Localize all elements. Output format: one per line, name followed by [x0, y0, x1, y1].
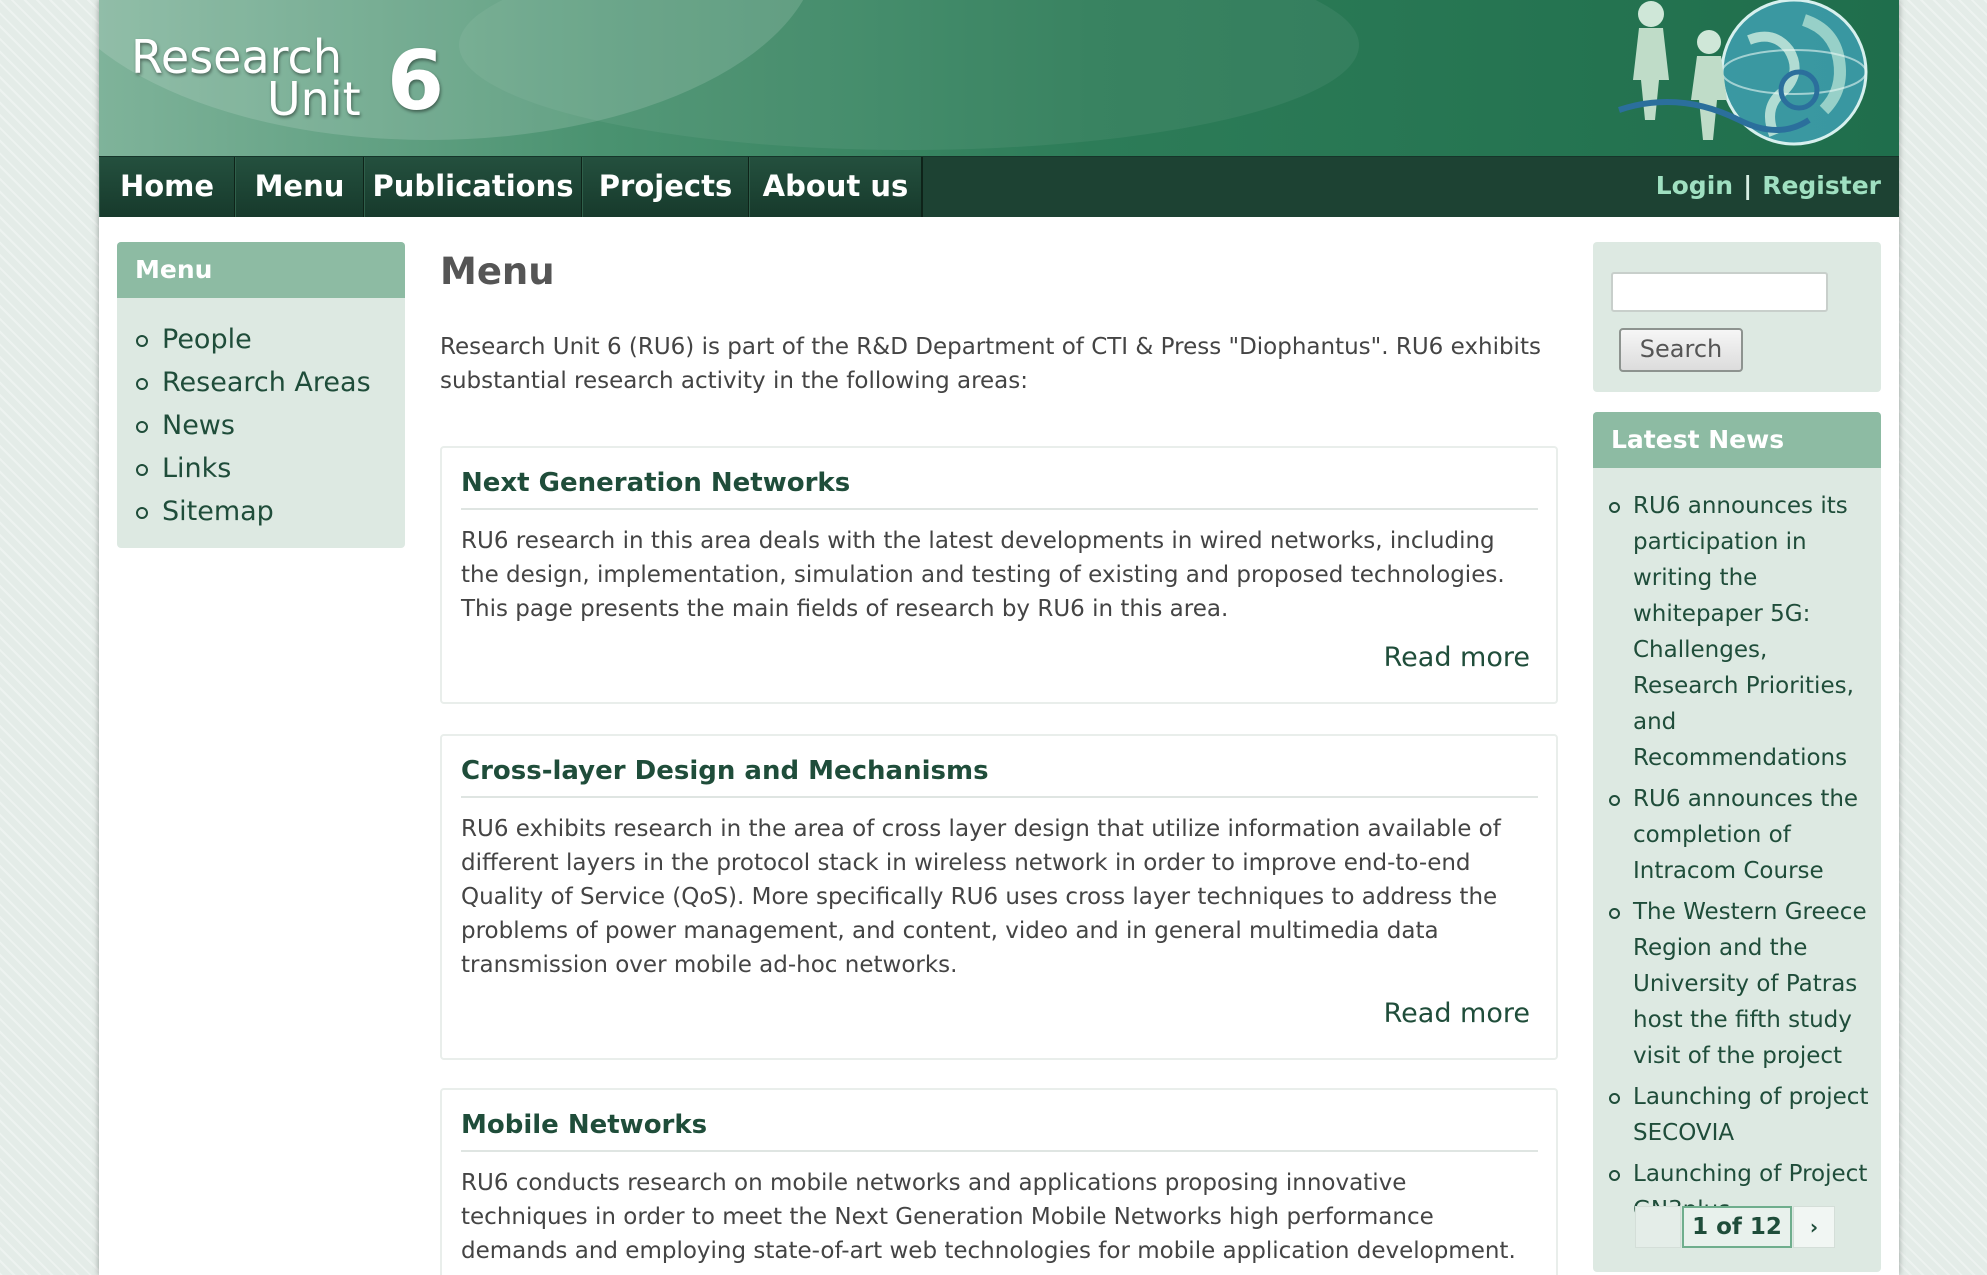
left-menu-link-research-areas[interactable]: Research Areas — [162, 367, 371, 398]
bullet-icon — [136, 335, 148, 347]
header-swoosh-secondary — [459, 0, 1359, 150]
card-title[interactable]: Mobile Networks — [461, 1110, 1538, 1152]
bullet-icon — [136, 421, 148, 433]
left-menu-item[interactable]: Links — [117, 447, 405, 490]
news-link[interactable]: The Western Greece Region and the Univer… — [1633, 899, 1867, 1069]
globe-figures-illustration — [1618, 0, 1868, 146]
auth-separator: | — [1743, 171, 1753, 200]
left-menu-item[interactable]: People — [117, 318, 405, 361]
bullet-icon — [136, 378, 148, 390]
nav-publications[interactable]: Publications — [364, 157, 583, 217]
left-menu-link-links[interactable]: Links — [162, 453, 231, 484]
bullet-icon — [136, 507, 148, 519]
auth-links: Login | Register — [1656, 157, 1881, 217]
research-card-next-generation-networks: Next Generation Networks RU6 research in… — [440, 446, 1558, 704]
search-block: Search — [1593, 242, 1881, 392]
news-pager: 1 of 12 › — [1635, 1206, 1835, 1248]
latest-news-block: Latest News RU6 announces its participat… — [1593, 412, 1881, 1272]
news-item[interactable]: Launching of project SECOVIA — [1593, 1079, 1881, 1151]
site-header: Research Unit 6 — [99, 0, 1899, 156]
read-more-link[interactable]: Read more — [1384, 642, 1530, 673]
pager-count: 1 of 12 — [1682, 1206, 1792, 1248]
bullet-icon — [1609, 908, 1620, 919]
news-link[interactable]: Launching of project SECOVIA — [1633, 1084, 1868, 1146]
left-menu-link-people[interactable]: People — [162, 324, 252, 355]
news-item[interactable]: The Western Greece Region and the Univer… — [1593, 894, 1881, 1074]
research-card-mobile-networks: Mobile Networks RU6 conducts research on… — [440, 1088, 1558, 1275]
pager-prev-button — [1635, 1206, 1681, 1248]
nav-projects[interactable]: Projects — [582, 157, 750, 217]
left-menu-link-sitemap[interactable]: Sitemap — [162, 496, 274, 527]
news-item[interactable]: RU6 announces its participation in writi… — [1593, 488, 1881, 776]
search-input[interactable] — [1611, 272, 1828, 312]
latest-news-list: RU6 announces its participation in writi… — [1593, 488, 1881, 1228]
page-title: Menu — [440, 250, 555, 293]
logo-number: 6 — [387, 34, 445, 129]
news-link[interactable]: RU6 announces the completion of Intracom… — [1633, 786, 1858, 884]
bullet-icon — [1609, 1093, 1620, 1104]
left-menu-title: Menu — [117, 242, 405, 298]
card-body: RU6 research in this area deals with the… — [461, 528, 1505, 622]
nav-menu[interactable]: Menu — [235, 157, 365, 217]
bullet-icon — [1609, 1170, 1620, 1181]
card-body: RU6 conducts research on mobile networks… — [461, 1170, 1516, 1264]
pager-next-icon[interactable]: › — [1793, 1206, 1835, 1248]
nav-about-us[interactable]: About us — [749, 157, 923, 217]
left-menu-item[interactable]: News — [117, 404, 405, 447]
left-menu-block: Menu People Research Areas News Links Si… — [117, 242, 405, 548]
search-button[interactable]: Search — [1619, 328, 1743, 372]
news-item[interactable]: RU6 announces the completion of Intracom… — [1593, 781, 1881, 889]
card-title[interactable]: Cross-layer Design and Mechanisms — [461, 756, 1538, 798]
left-menu-item[interactable]: Research Areas — [117, 361, 405, 404]
main-navigation: Home Menu Publications Projects About us… — [99, 156, 1899, 217]
research-card-cross-layer-design: Cross-layer Design and Mechanisms RU6 ex… — [440, 734, 1558, 1060]
main-content: Menu Research Unit 6 (RU6) is part of th… — [440, 232, 1558, 1275]
intro-text: Research Unit 6 (RU6) is part of the R&D… — [440, 334, 1541, 394]
card-title[interactable]: Next Generation Networks — [461, 468, 1538, 510]
latest-news-title: Latest News — [1593, 412, 1881, 468]
left-menu-link-news[interactable]: News — [162, 410, 235, 441]
bullet-icon — [136, 464, 148, 476]
read-more-link[interactable]: Read more — [1384, 998, 1530, 1029]
left-menu-item[interactable]: Sitemap — [117, 490, 405, 533]
logo-word-unit: Unit — [267, 72, 361, 126]
bullet-icon — [1609, 795, 1620, 806]
nav-home[interactable]: Home — [99, 157, 236, 217]
register-link[interactable]: Register — [1762, 171, 1881, 200]
login-link[interactable]: Login — [1656, 171, 1733, 200]
bullet-icon — [1609, 502, 1620, 513]
news-link[interactable]: RU6 announces its participation in writi… — [1633, 493, 1854, 771]
page: Research Unit 6 Home Menu Publications P… — [99, 0, 1899, 1275]
left-menu-list: People Research Areas News Links Sitemap — [117, 318, 405, 533]
card-body: RU6 exhibits research in the area of cro… — [461, 816, 1501, 978]
